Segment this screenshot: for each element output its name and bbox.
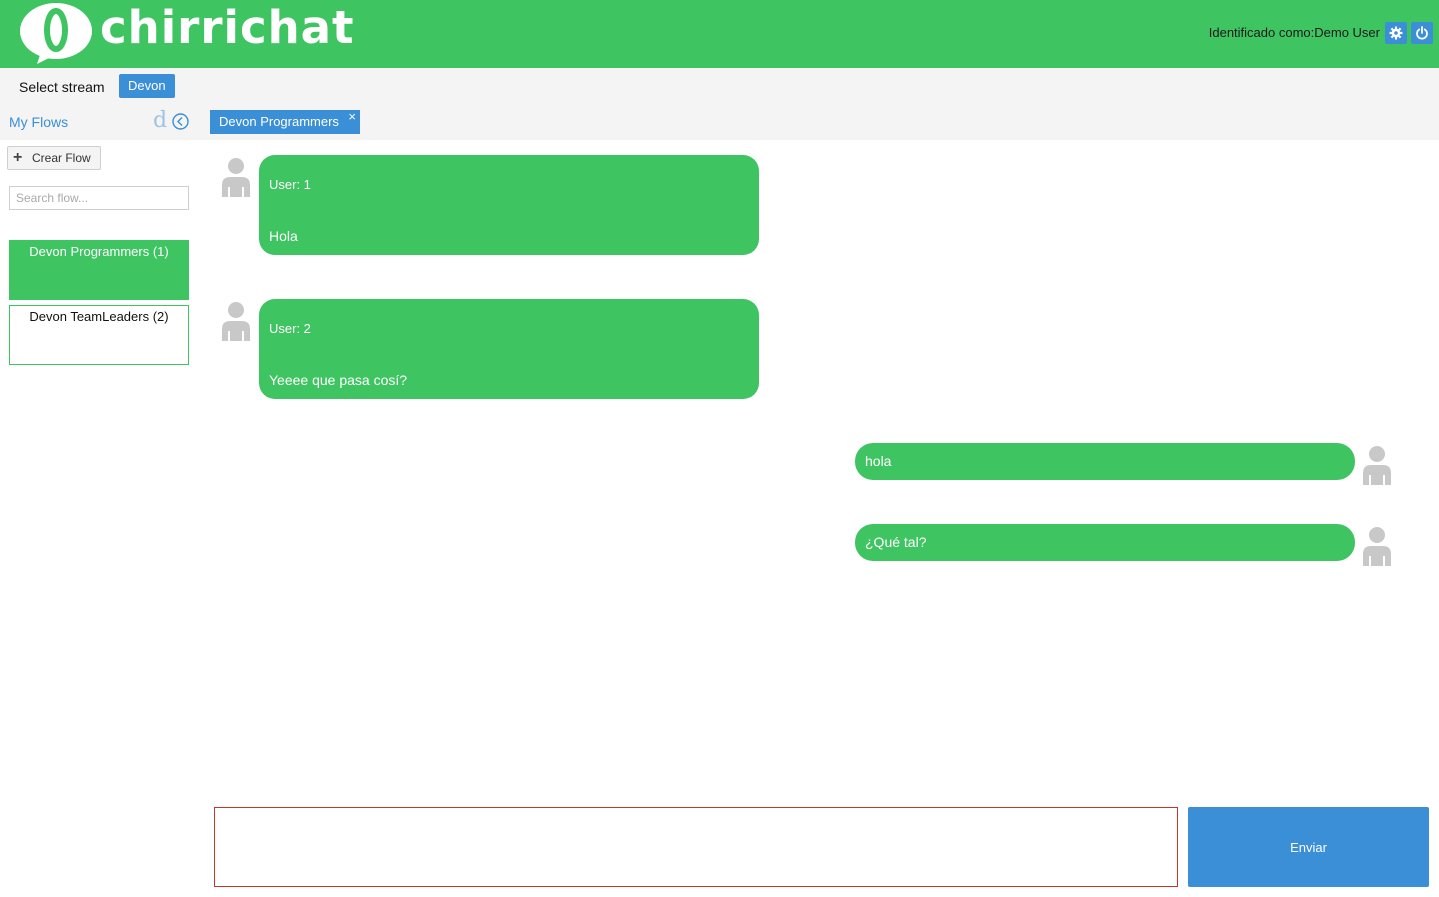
create-flow-label: Crear Flow — [32, 151, 91, 165]
own-message-bubble: ¿Qué tal? — [855, 524, 1355, 561]
settings-button[interactable] — [1385, 22, 1407, 44]
stream-bar: Select stream Devon My Flows d Devon Pro… — [0, 68, 1439, 140]
user-identity-label: Identificado como:Demo User — [1208, 25, 1380, 40]
own-message-bubble: hola — [855, 443, 1355, 480]
create-flow-button[interactable]: + Crear Flow — [7, 146, 101, 170]
own-avatar-icon — [1363, 446, 1391, 485]
message-text: Hola — [269, 228, 298, 244]
message-bubble: User: 1 Hola — [259, 155, 759, 255]
my-flows-title: My Flows — [9, 114, 69, 130]
send-button[interactable]: Enviar — [1188, 807, 1429, 887]
power-icon — [1416, 26, 1428, 40]
flow-item-devon-programmers[interactable]: Devon Programmers (1) — [9, 240, 189, 300]
tab-devon-programmers[interactable]: Devon Programmers × — [210, 109, 360, 134]
user-avatar-icon — [222, 302, 250, 341]
message-bubble: User: 2 Yeeee que pasa cosí? — [259, 299, 759, 399]
search-flow-input[interactable] — [9, 186, 189, 210]
message-sender: User: 1 — [269, 177, 311, 192]
tab-label: Devon Programmers — [219, 114, 339, 129]
message-text: Yeeee que pasa cosí? — [269, 372, 408, 388]
brand-name: chirrichat — [100, 1, 355, 54]
user-avatar-icon — [222, 158, 250, 197]
gear-icon — [1389, 26, 1403, 40]
message-sender: User: 2 — [269, 321, 311, 336]
tab-close-icon[interactable]: × — [348, 105, 356, 129]
app-header: chirrichat Identificado como:Demo User — [0, 0, 1439, 68]
stream-selector-button[interactable]: Devon — [119, 74, 175, 98]
collapse-sidebar-icon[interactable] — [172, 113, 189, 130]
d-icon[interactable]: d — [153, 108, 167, 134]
flow-item-devon-teamleaders[interactable]: Devon TeamLeaders (2) — [9, 305, 189, 365]
chirrichat-logo-icon — [20, 3, 92, 64]
message-input[interactable] — [214, 807, 1178, 887]
plus-icon: + — [13, 149, 23, 166]
logout-button[interactable] — [1411, 22, 1433, 44]
select-stream-label: Select stream — [19, 79, 105, 95]
own-avatar-icon — [1363, 527, 1391, 566]
